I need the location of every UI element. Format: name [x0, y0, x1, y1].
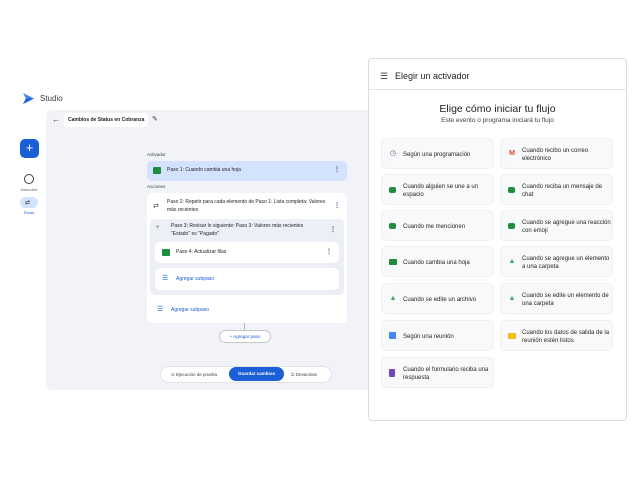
studio-logo-icon [23, 93, 34, 104]
actions-section-label: Acciones [147, 184, 166, 189]
trigger-option-label: Cuando se edite un elemento de una carpe… [522, 292, 609, 307]
flows-icon: ⇄ [25, 200, 31, 206]
trigger-option-space-join[interactable]: Cuando alguien se une a un espacio [381, 174, 494, 205]
trigger-option-sheet-change[interactable]: Cuando cambia una hoja [381, 246, 494, 277]
drive-icon: ▲ [508, 295, 516, 302]
meet-icon [508, 333, 516, 339]
chat-icon [389, 223, 396, 229]
add-substep-icon: ☰ [162, 275, 169, 282]
gmail-icon: M [509, 150, 515, 157]
trigger-list-icon: ☰ [380, 71, 389, 81]
sidebar-item-discover[interactable]: Descubre [14, 187, 44, 192]
more-vert-icon[interactable]: ⋮ [334, 202, 340, 209]
compass-icon[interactable] [24, 174, 34, 184]
branch-icon: ⑂ [156, 225, 160, 231]
clock-icon: ◷ [389, 150, 397, 157]
chat-icon [508, 187, 515, 193]
trigger-option-form-response[interactable]: Cuando el formulario reciba una respuest… [381, 357, 494, 388]
chat-icon [389, 187, 396, 193]
step-4-label: Paso 4: Actualizar filas [176, 249, 227, 255]
trigger-option-meeting-output[interactable]: Cuando los datos de salida de la reunión… [500, 320, 613, 351]
trigger-option-label: Cuando los datos de salida de la reunión… [522, 329, 610, 344]
trigger-option-schedule[interactable]: ◷ Según una programación [381, 138, 494, 169]
trigger-option-label: Cuando reciba un mensaje de chat [522, 183, 603, 198]
add-substep-inner-label[interactable]: Agregar subpaso [176, 276, 214, 282]
create-button[interactable]: + [20, 139, 39, 158]
calendar-icon [389, 332, 396, 339]
step-1-label: Paso 1: Cuando cambia una hoja [167, 167, 241, 173]
trigger-option-label: Cuando el formulario reciba una respuest… [403, 366, 489, 381]
trigger-section-label: Activador [147, 152, 166, 157]
more-vert-icon[interactable]: ⋮ [326, 248, 332, 255]
more-vert-icon[interactable]: ⋮ [330, 226, 336, 233]
drive-icon: ▲ [508, 258, 516, 265]
flow-title[interactable]: Cambios de Status en Cobranza [64, 113, 149, 127]
trigger-option-meeting[interactable]: Según una reunión [381, 320, 494, 351]
panel-subheading: Este evento o programa iniciará tu flujo [441, 117, 554, 124]
sidebar-item-flows-label[interactable]: Flows [14, 210, 44, 215]
step-3-label: Paso 3: Revisar lo siguiente: Paso 3: Va… [171, 223, 304, 237]
edit-icon[interactable]: ✎ [152, 115, 158, 123]
app-title: Studio [40, 94, 63, 103]
trigger-option-emoji-reaction[interactable]: Cuando se agregue una reacción con emoji [500, 210, 613, 241]
trigger-option-mention[interactable]: Cuando me mencionen [381, 210, 494, 241]
trigger-option-folder-add[interactable]: ▲ Cuando se agregue un elemento a una ca… [500, 246, 613, 277]
deactivate-label: Desactivar [295, 372, 318, 377]
forms-icon [389, 369, 395, 377]
deactivate-button[interactable]: ⏻ Desactivar [288, 368, 320, 381]
repeat-icon: ⇄ [153, 203, 159, 210]
step-2-label: Paso 2: Repetir para cada elemento de Pa… [167, 199, 326, 213]
trigger-option-label: Cuando se agregue una reacción con emoji [522, 219, 611, 234]
trigger-option-file-edit[interactable]: ▲ Cuando se edite un archivo [381, 283, 494, 314]
more-vert-icon[interactable]: ⋮ [334, 166, 340, 173]
trigger-option-label: Cuando me mencionen [403, 223, 466, 230]
test-run-label: Ejecución de prueba [176, 372, 218, 377]
trigger-option-label: Cuando se edite un archivo [403, 296, 477, 303]
trigger-option-label: Cuando recibo un correo electrónico [522, 147, 589, 162]
sheets-icon [153, 167, 161, 174]
trigger-option-label: Cuando se agregue un elemento a una carp… [522, 255, 610, 270]
trigger-option-label: Cuando cambia una hoja [403, 259, 470, 266]
add-step-button[interactable]: + Agregar paso [219, 330, 271, 343]
trigger-option-label: Según una reunión [403, 333, 454, 340]
sheets-icon [389, 259, 397, 265]
trigger-option-chat-message[interactable]: Cuando reciba un mensaje de chat [500, 174, 613, 205]
trigger-option-folder-item-edit[interactable]: ▲ Cuando se edite un elemento de una car… [500, 283, 613, 314]
trigger-option-label: Cuando alguien se une a un espacio [403, 183, 479, 198]
trigger-option-email[interactable]: M Cuando recibo un correo electrónico [500, 138, 613, 169]
drive-icon: ▲ [389, 295, 397, 302]
back-arrow-icon[interactable]: ← [52, 115, 60, 124]
panel-heading: Elige cómo iniciar tu flujo [439, 103, 556, 115]
chat-icon [508, 223, 515, 229]
panel-divider [369, 89, 626, 90]
trigger-option-label: Según una programación [403, 151, 471, 158]
panel-title: Elegir un activador [395, 71, 470, 81]
add-substep-outer-label[interactable]: Agregar subpaso [171, 307, 209, 313]
sheets-icon [162, 249, 170, 256]
add-substep-icon: ☰ [157, 306, 164, 313]
save-button[interactable]: Guardar cambios [229, 367, 284, 381]
test-run-button[interactable]: ⊙ Ejecución de prueba [167, 368, 221, 381]
